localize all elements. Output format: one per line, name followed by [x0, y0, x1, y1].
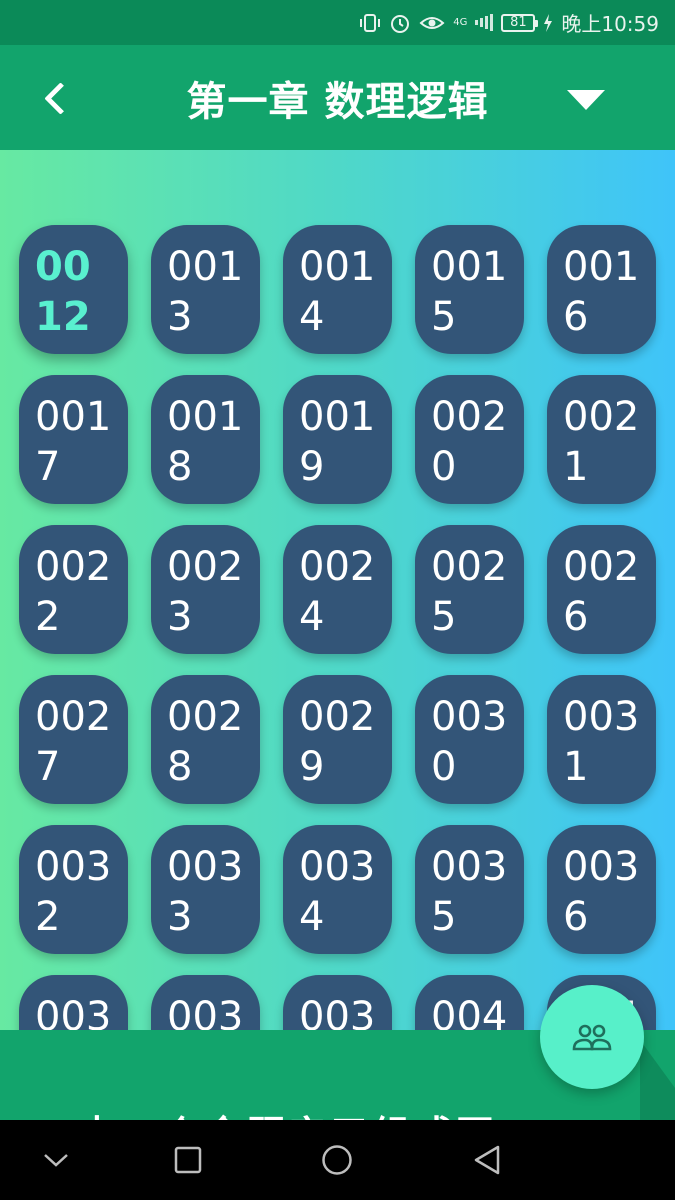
back-icon[interactable]: [465, 1138, 509, 1182]
app-header: 第一章 数理逻辑: [0, 45, 675, 150]
question-tile[interactable]: 0026: [547, 525, 656, 654]
back-arrow-icon[interactable]: [30, 73, 80, 123]
status-bar: 4G 81 晚上10:59: [0, 0, 675, 45]
question-tile[interactable]: 0033: [151, 825, 260, 954]
dropdown-triangle-icon[interactable]: [565, 85, 605, 115]
question-tile[interactable]: 0032: [19, 825, 128, 954]
question-tile[interactable]: 0025: [415, 525, 524, 654]
group-icon: [572, 1024, 612, 1051]
vibrate-icon: [359, 13, 381, 33]
question-preview-text: 由一个命题产三组或至: [78, 1104, 498, 1120]
question-tile[interactable]: 0027: [19, 675, 128, 804]
eye-comfort-icon: [419, 13, 445, 33]
question-grid: 0012 0013 0014 0015 0016 0017 0018 0019 0020 0021…: [19, 225, 656, 1030]
home-icon[interactable]: [315, 1138, 359, 1182]
page-title: 第一章 数理逻辑: [186, 78, 489, 125]
question-tile[interactable]: 0035: [415, 825, 524, 954]
question-tile[interactable]: 0014: [283, 225, 392, 354]
question-tile[interactable]: 0028: [151, 675, 260, 804]
question-tile[interactable]: 0030: [415, 675, 524, 804]
system-nav-bar: [0, 1120, 675, 1200]
question-tile[interactable]: 0017: [19, 375, 128, 504]
status-time: 晚上10:59: [561, 12, 659, 36]
battery-icon: 81: [501, 13, 539, 32]
question-tile[interactable]: 0037: [19, 975, 128, 1030]
question-tile[interactable]: 0040: [415, 975, 524, 1030]
question-tile[interactable]: 0012: [19, 225, 128, 354]
question-tile[interactable]: 0038: [151, 975, 260, 1030]
question-tile[interactable]: 0020: [415, 375, 524, 504]
question-grid-panel: 0012 0013 0014 0015 0016 0017 0018 0019 0020 0021…: [0, 150, 675, 1030]
question-tile[interactable]: 0036: [547, 825, 656, 954]
group-fab-button[interactable]: [540, 985, 644, 1089]
question-tile[interactable]: 0016: [547, 225, 656, 354]
charging-icon: [543, 13, 553, 32]
question-tile[interactable]: 0031: [547, 675, 656, 804]
signal-icon: [475, 14, 494, 32]
question-tile[interactable]: 0024: [283, 525, 392, 654]
question-tile[interactable]: 0022: [19, 525, 128, 654]
question-tile[interactable]: 0023: [151, 525, 260, 654]
collapse-icon[interactable]: [34, 1138, 78, 1182]
question-tile[interactable]: 0018: [151, 375, 260, 504]
question-tile[interactable]: 0034: [283, 825, 392, 954]
recents-icon[interactable]: [166, 1138, 210, 1182]
alarm-icon: [389, 12, 411, 34]
question-tile[interactable]: 0039: [283, 975, 392, 1030]
question-tile[interactable]: 0019: [283, 375, 392, 504]
question-tile[interactable]: 0015: [415, 225, 524, 354]
question-tile[interactable]: 0029: [283, 675, 392, 804]
question-tile[interactable]: 0013: [151, 225, 260, 354]
network-4g-icon: 4G: [453, 16, 468, 28]
question-tile[interactable]: 0021: [547, 375, 656, 504]
